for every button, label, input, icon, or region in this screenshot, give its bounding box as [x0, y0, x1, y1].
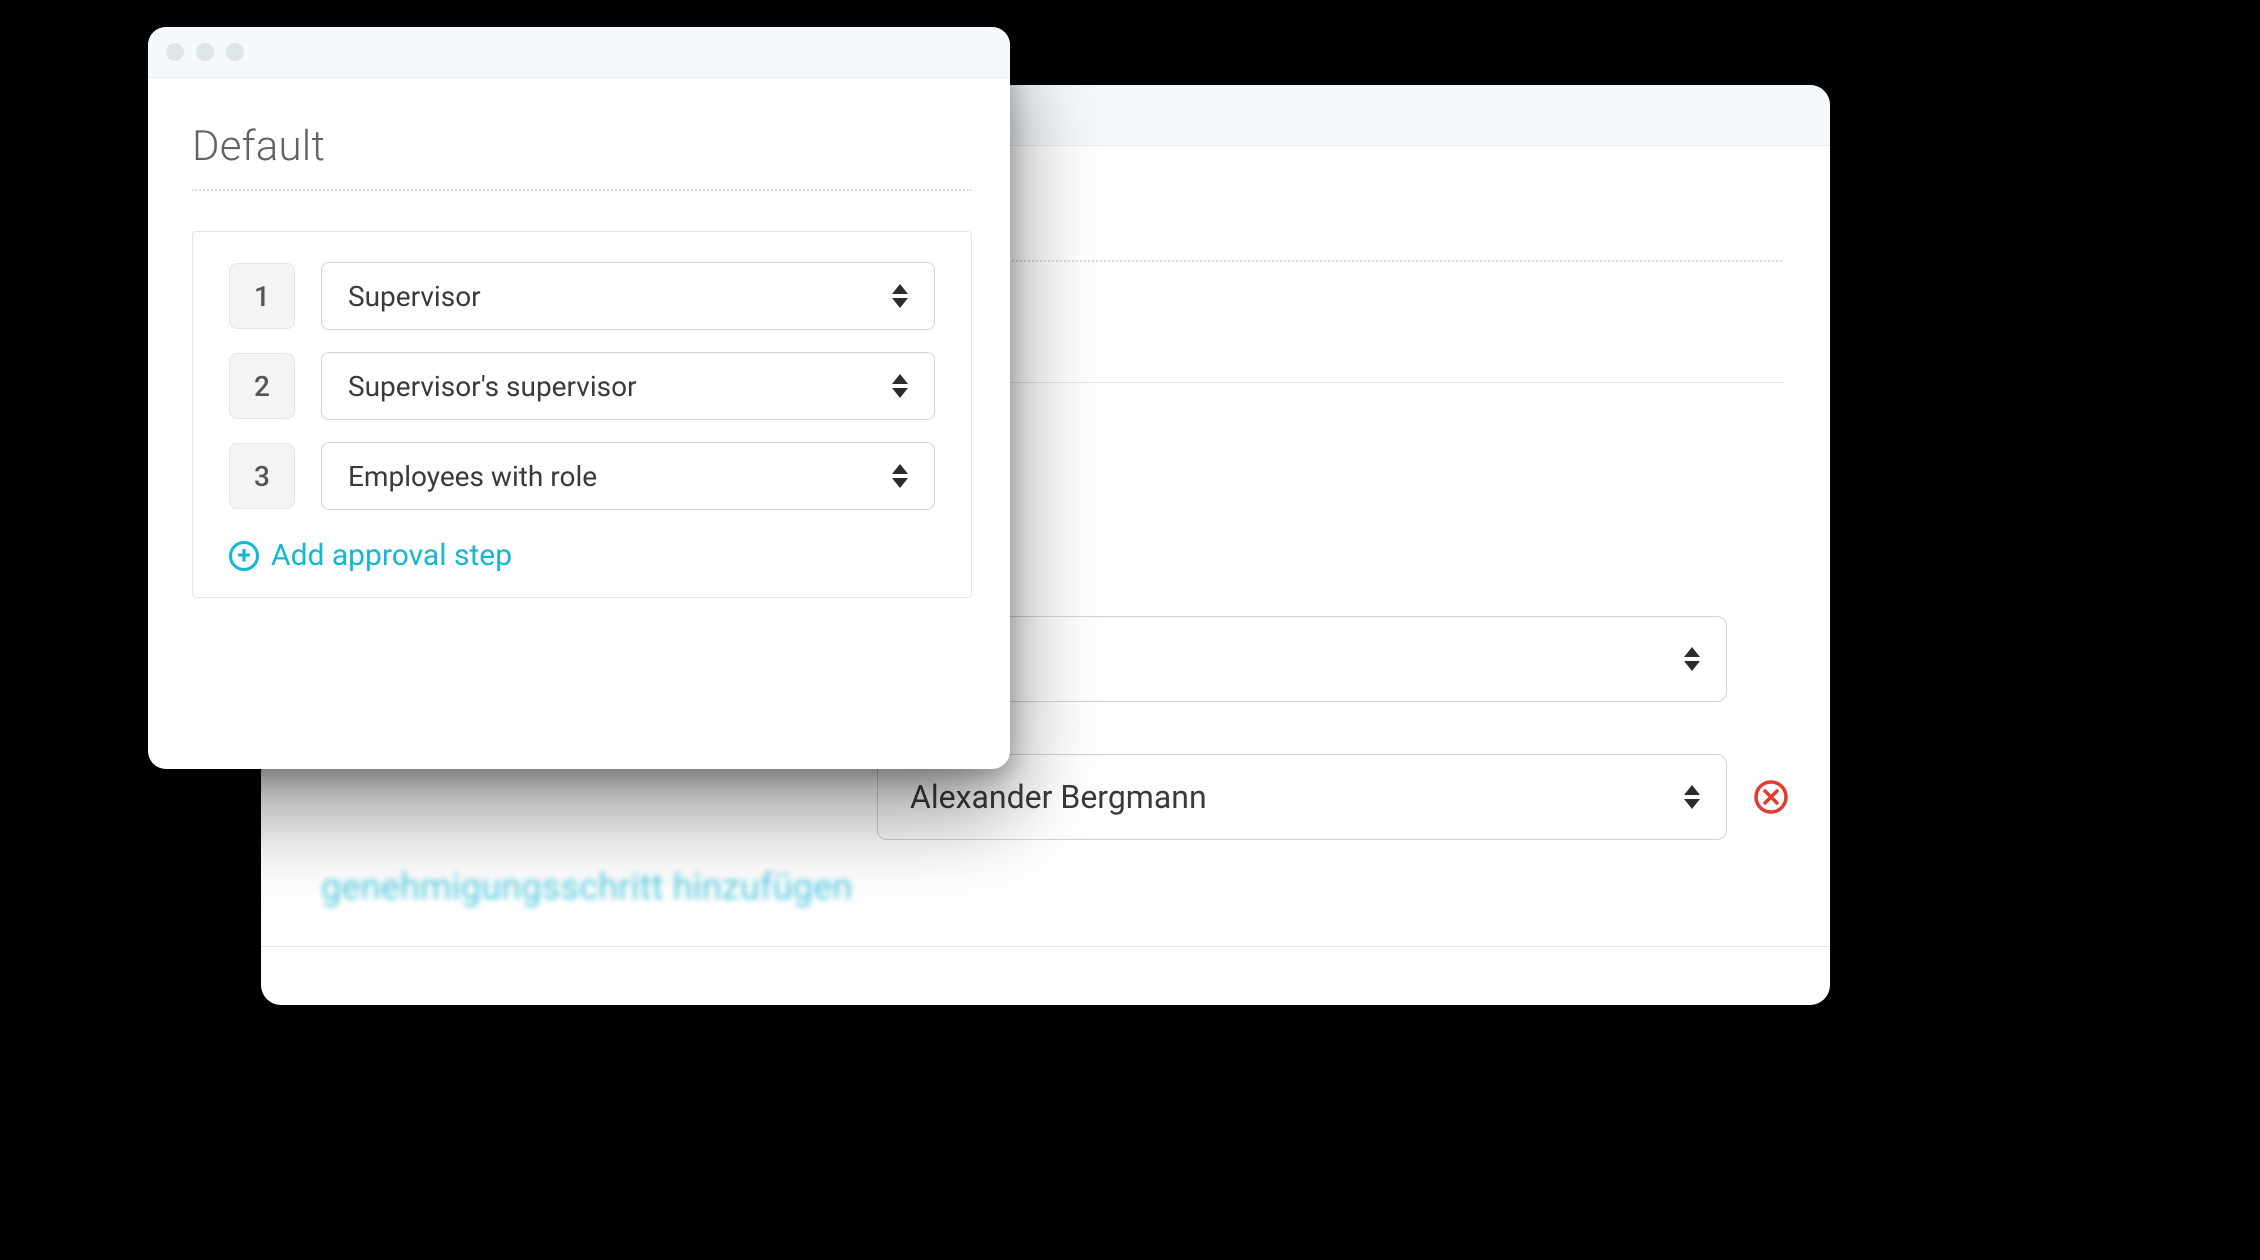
step-number-badge: 2 — [229, 353, 295, 419]
step-select[interactable]: Employees with role — [321, 442, 935, 510]
traffic-light-minimize-icon[interactable] — [196, 43, 214, 61]
approval-step-row: 3 Employees with role — [193, 442, 971, 510]
employee-select[interactable]: Alexander Bergmann — [877, 754, 1727, 840]
stage: HR Alexander Bergmann — [0, 0, 2260, 1260]
approval-step-row: 2 Supervisor's supervisor — [193, 352, 971, 420]
back-selects-group: HR Alexander Bergmann — [877, 616, 1777, 892]
divider-dotted — [192, 189, 972, 191]
traffic-light-close-icon[interactable] — [166, 43, 184, 61]
traffic-light-zoom-icon[interactable] — [226, 43, 244, 61]
plus-circle-icon — [229, 541, 259, 571]
employee-select-value: Alexander Bergmann — [910, 778, 1207, 816]
modal-title: Default — [192, 122, 972, 171]
front-body: Default 1 Supervisor 2 Supervisor's su — [148, 78, 1010, 598]
step-number-badge: 1 — [229, 263, 295, 329]
step-select-value: Supervisor's supervisor — [348, 370, 637, 403]
approval-step-row: 1 Supervisor — [193, 262, 971, 330]
close-circle-icon — [1753, 779, 1789, 815]
approval-steps-box: 1 Supervisor 2 Supervisor's supervisor — [192, 231, 972, 598]
remove-employee-button[interactable] — [1753, 777, 1789, 817]
caret-updown-icon — [1684, 647, 1700, 671]
divider-bottom — [261, 946, 1830, 947]
front-window: Default 1 Supervisor 2 Supervisor's su — [148, 27, 1010, 769]
step-number-badge: 3 — [229, 443, 295, 509]
add-step-link-de[interactable]: genehmigungsschritt hinzufügen — [321, 866, 853, 908]
step-select-value: Employees with role — [348, 460, 597, 493]
role-select-row: HR — [877, 616, 1777, 702]
caret-updown-icon — [892, 374, 908, 398]
add-approval-step-button[interactable]: Add approval step — [193, 532, 971, 573]
step-select-value: Supervisor — [348, 280, 481, 313]
caret-updown-icon — [892, 464, 908, 488]
step-select[interactable]: Supervisor — [321, 262, 935, 330]
caret-updown-icon — [1684, 785, 1700, 809]
front-titlebar — [148, 27, 1010, 78]
add-approval-step-label: Add approval step — [271, 538, 512, 573]
step-select[interactable]: Supervisor's supervisor — [321, 352, 935, 420]
caret-updown-icon — [892, 284, 908, 308]
employee-select-row: Alexander Bergmann — [877, 754, 1777, 840]
